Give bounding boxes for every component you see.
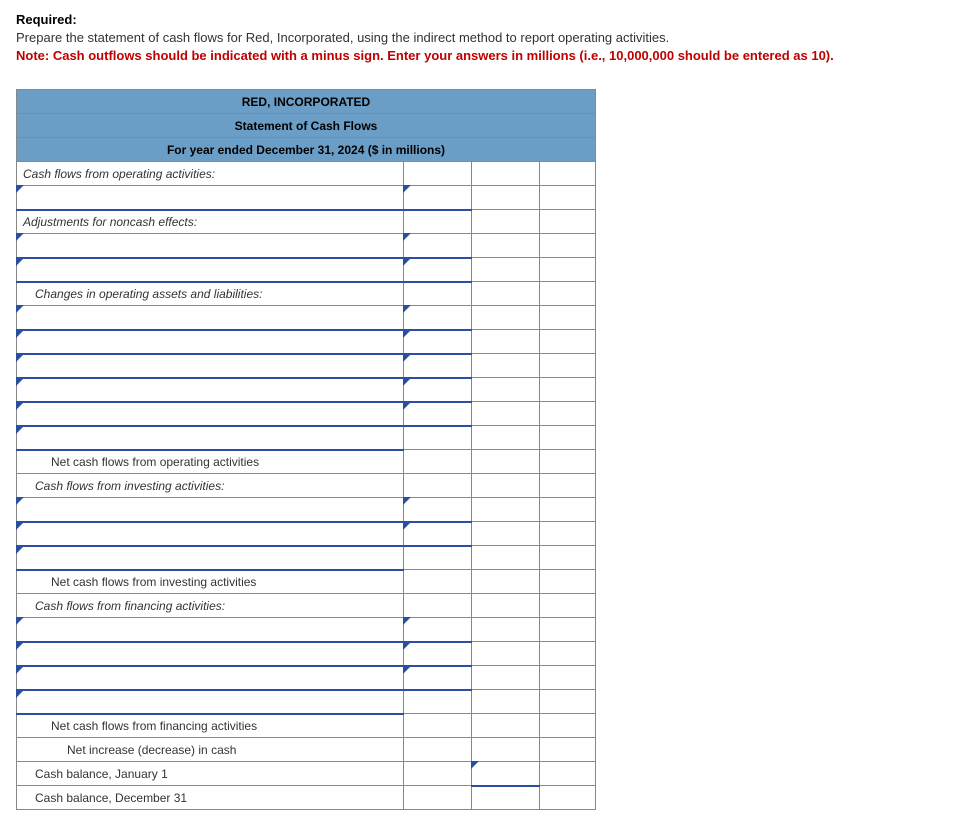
balance-begin-label: Cash balance, January 1 — [17, 762, 404, 786]
change-item-dropdown[interactable] — [17, 354, 404, 378]
net-change-amount — [472, 738, 540, 762]
period-line: For year ended December 31, 2024 ($ in m… — [17, 138, 596, 162]
net-financing-label: Net cash flows from financing activities — [17, 714, 404, 738]
net-operating-amount — [472, 450, 540, 474]
balance-end-amount — [472, 786, 540, 810]
change-item-dropdown[interactable] — [17, 306, 404, 330]
investing-item-dropdown[interactable] — [17, 546, 404, 570]
changes-header: Changes in operating assets and liabilit… — [17, 282, 404, 306]
operating-item-dropdown[interactable] — [17, 186, 404, 210]
amount-input[interactable] — [404, 306, 472, 330]
net-investing-label: Net cash flows from investing activities — [17, 570, 404, 594]
amount-input[interactable] — [404, 402, 472, 426]
amount-input[interactable] — [404, 258, 472, 282]
adjustment-item-dropdown[interactable] — [17, 234, 404, 258]
amount-input[interactable] — [404, 618, 472, 642]
balance-begin-input[interactable] — [472, 762, 540, 786]
financing-item-dropdown[interactable] — [17, 642, 404, 666]
investing-header: Cash flows from investing activities: — [17, 474, 404, 498]
amount-input[interactable] — [404, 498, 472, 522]
statement-title: Statement of Cash Flows — [17, 114, 596, 138]
change-item-dropdown[interactable] — [17, 378, 404, 402]
operating-header: Cash flows from operating activities: — [17, 162, 404, 186]
amount-input[interactable] — [404, 234, 472, 258]
amount-input[interactable] — [404, 666, 472, 690]
instruction-text: Prepare the statement of cash flows for … — [16, 29, 959, 47]
balance-end-label: Cash balance, December 31 — [17, 786, 404, 810]
required-label: Required: — [16, 12, 959, 27]
amount-input[interactable] — [404, 354, 472, 378]
amount-cell — [404, 426, 472, 450]
adjustments-header: Adjustments for noncash effects: — [17, 210, 404, 234]
amount-input[interactable] — [404, 330, 472, 354]
amount-input[interactable] — [404, 186, 472, 210]
amount-input[interactable] — [404, 378, 472, 402]
amount-input[interactable] — [404, 642, 472, 666]
adjustment-item-dropdown[interactable] — [17, 258, 404, 282]
investing-item-dropdown[interactable] — [17, 498, 404, 522]
change-item-dropdown[interactable] — [17, 402, 404, 426]
amount-cell — [404, 690, 472, 714]
financing-item-dropdown[interactable] — [17, 618, 404, 642]
note-text: Note: Cash outflows should be indicated … — [16, 47, 959, 65]
financing-item-dropdown[interactable] — [17, 690, 404, 714]
change-item-dropdown[interactable] — [17, 330, 404, 354]
financing-item-dropdown[interactable] — [17, 666, 404, 690]
net-operating-label: Net cash flows from operating activities — [17, 450, 404, 474]
financing-header: Cash flows from financing activities: — [17, 594, 404, 618]
cashflow-table: RED, INCORPORATED Statement of Cash Flow… — [16, 89, 596, 810]
change-item-dropdown[interactable] — [17, 426, 404, 450]
company-name: RED, INCORPORATED — [17, 90, 596, 114]
net-change-label: Net increase (decrease) in cash — [17, 738, 404, 762]
investing-item-dropdown[interactable] — [17, 522, 404, 546]
net-investing-amount — [472, 570, 540, 594]
amount-cell — [404, 546, 472, 570]
net-financing-amount — [472, 714, 540, 738]
amount-input[interactable] — [404, 522, 472, 546]
